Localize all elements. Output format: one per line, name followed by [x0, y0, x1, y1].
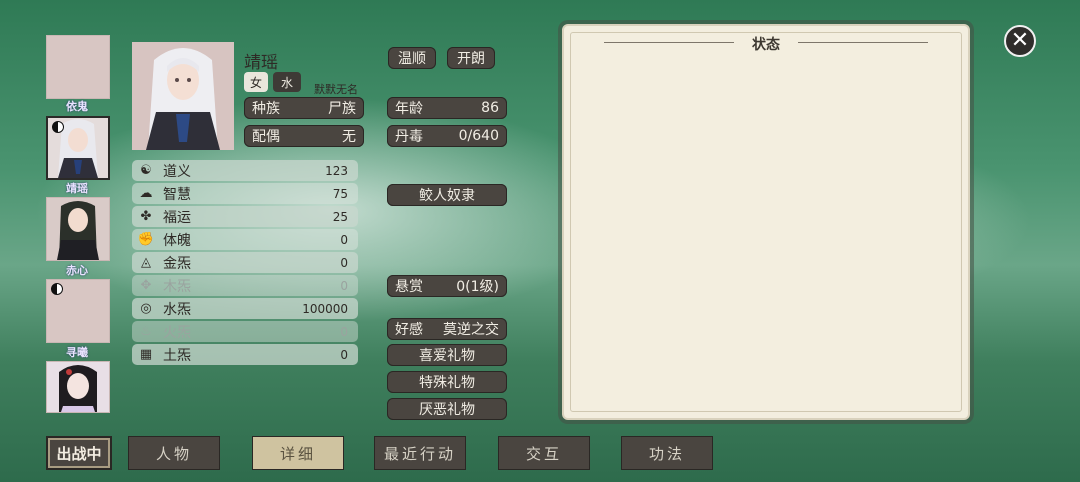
element-tag: 水 [273, 72, 301, 92]
stat-value: 0 [340, 347, 348, 362]
favor-label: 好感 [395, 322, 423, 338]
stat-value: 0 [340, 324, 348, 339]
stat-row-9: ▦ 土炁 0 [132, 344, 358, 365]
identity-tag: 鲛人奴隶 [387, 184, 507, 206]
bounty-field: 悬赏 0(1级) [387, 275, 507, 297]
in-battle-button[interactable]: 出战中 [46, 436, 112, 470]
close-icon[interactable]: ✕ [1004, 25, 1036, 57]
character-name-2: 靖瑶 [66, 182, 88, 195]
tab-skills[interactable]: 功法 [621, 436, 713, 470]
stat-name: 福运 [163, 209, 191, 226]
metal-icon: ◬ [141, 255, 151, 270]
brain-icon: ☁ [139, 186, 153, 201]
fire-icon: ♨ [140, 324, 152, 339]
stat-value: 123 [325, 163, 348, 178]
stat-value: 25 [332, 209, 348, 224]
poison-value: 0/640 [458, 128, 499, 144]
stat-name: 金炁 [163, 255, 191, 272]
character-slot-5[interactable] [46, 361, 110, 413]
favor-field: 好感 莫逆之交 [387, 318, 507, 340]
race-value: 尸族 [328, 101, 356, 117]
stat-value: 75 [332, 186, 348, 201]
stat-name: 土炁 [163, 347, 191, 364]
yin-yang-icon: ☯ [140, 163, 152, 178]
status-panel-title: 状态 [752, 37, 780, 53]
disliked-gift-button[interactable]: 厌恶礼物 [387, 398, 507, 420]
special-gift-button[interactable]: 特殊礼物 [387, 371, 507, 393]
character-slot-3[interactable] [46, 197, 110, 261]
character-name-3: 赤心 [66, 264, 88, 277]
spouse-value: 无 [342, 129, 356, 145]
character-portrait-icon [57, 201, 99, 260]
character-slot-2[interactable] [46, 116, 110, 180]
stat-name: 道义 [163, 163, 191, 180]
character-portrait [132, 42, 234, 150]
stat-row-5: ◬ 金炁 0 [132, 252, 358, 273]
personality-tag-1: 温顺 [388, 47, 436, 69]
poison-field: 丹毒 0/640 [387, 125, 507, 147]
wood-icon: ✥ [140, 278, 152, 293]
age-field: 年龄 86 [387, 97, 507, 119]
tab-recent-actions[interactable]: 最近行动 [374, 436, 466, 470]
bounty-value: 0(1级) [456, 279, 499, 295]
tab-detail[interactable]: 详细 [252, 436, 344, 470]
spouse-field: 配偶 无 [244, 125, 364, 147]
character-name: 靖瑶 [244, 53, 278, 73]
yin-yang-badge-icon [51, 283, 63, 295]
status-panel: 状态 [562, 24, 970, 420]
personality-tag-2: 开朗 [447, 47, 495, 69]
race-field: 种族 尸族 [244, 97, 364, 119]
stat-value: 0 [340, 255, 348, 270]
age-label: 年龄 [395, 101, 423, 117]
gender-tag: 女 [244, 72, 268, 92]
stat-row-3: ✤ 福运 25 [132, 206, 358, 227]
tab-character[interactable]: 人物 [128, 436, 220, 470]
stat-value: 0 [340, 232, 348, 247]
stat-row-4: ✊ 体魄 0 [132, 229, 358, 250]
stat-row-7: ◎ 水炁 100000 [132, 298, 358, 319]
reputation-title: 默默无名 [314, 83, 358, 96]
favor-value: 莫逆之交 [443, 322, 499, 338]
character-slot-4[interactable] [46, 279, 110, 343]
race-label: 种族 [252, 101, 280, 117]
spouse-label: 配偶 [252, 129, 280, 145]
stat-row-1: ☯ 道义 123 [132, 160, 358, 181]
stat-name: 水炁 [163, 301, 191, 318]
stat-name: 火炁 [163, 324, 191, 341]
stat-row-8: ♨ 火炁 0 [132, 321, 358, 342]
fist-icon: ✊ [137, 232, 155, 247]
stat-value: 100000 [302, 301, 348, 316]
stat-row-6: ✥ 木炁 0 [132, 275, 358, 296]
earth-icon: ▦ [139, 347, 153, 362]
stat-row-2: ☁ 智慧 75 [132, 183, 358, 204]
tab-interact[interactable]: 交互 [498, 436, 590, 470]
stat-name: 智慧 [163, 186, 191, 203]
stat-name: 木炁 [163, 278, 191, 295]
character-name-1: 依鬼 [66, 100, 88, 113]
character-slot-1[interactable] [46, 35, 110, 99]
age-value: 86 [481, 100, 499, 116]
bounty-label: 悬赏 [395, 279, 423, 295]
yin-yang-badge-icon [52, 121, 64, 133]
character-portrait-icon [59, 365, 97, 412]
character-name-4: 寻曦 [66, 346, 88, 359]
clover-icon: ✤ [140, 209, 152, 224]
water-icon: ◎ [140, 301, 152, 316]
favorite-gift-button[interactable]: 喜爱礼物 [387, 344, 507, 366]
stat-name: 体魄 [163, 232, 191, 249]
stat-value: 0 [340, 278, 348, 293]
poison-label: 丹毒 [395, 129, 423, 145]
status-panel-frame [570, 32, 962, 412]
